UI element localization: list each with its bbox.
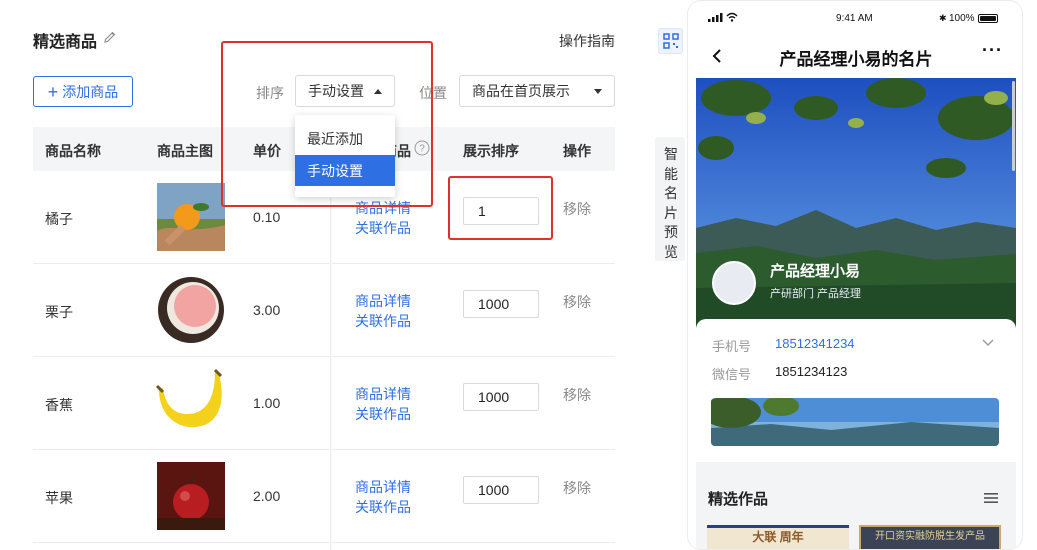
col-name: 商品名称 [45, 143, 101, 159]
apple-image [157, 462, 225, 530]
product-price: 1.00 [253, 395, 281, 411]
nav-title: 产品经理小易的名片 [779, 50, 933, 69]
wechat-label: 微信号 [712, 367, 752, 382]
signal-icon [708, 13, 723, 22]
order-input[interactable]: 1000 [463, 476, 539, 504]
order-input[interactable]: 1000 [463, 383, 539, 411]
profile-subtitle: 产研部门 产品经理 [770, 288, 862, 300]
product-name: 橘子 [45, 211, 73, 227]
plus-icon: + [47, 81, 59, 102]
position-select-value: 商品在首页展示 [472, 83, 570, 99]
status-time: 9:41 AM [836, 13, 873, 24]
product-detail-link[interactable]: 商品详情 [355, 291, 411, 311]
more-icon[interactable]: ··· [982, 40, 1003, 61]
battery-icon [978, 14, 998, 23]
menu-icon[interactable] [984, 492, 998, 504]
highlight-box-sort [221, 41, 433, 207]
page-title: 精选商品 [33, 34, 98, 51]
remove-button[interactable]: 移除 [563, 292, 591, 312]
bluetooth-icon: ✱ [939, 13, 947, 23]
scrollbar[interactable] [1012, 81, 1015, 171]
profile-name: 产品经理小易 [770, 263, 861, 280]
avatar [712, 261, 756, 305]
add-product-label: 添加商品 [62, 83, 119, 100]
product-name: 香蕉 [45, 397, 73, 413]
banner-image [711, 398, 999, 446]
work-thumb-2[interactable]: 开口资实融防脱生发产品 [859, 525, 1001, 549]
product-name: 栗子 [45, 304, 73, 320]
related-works-link[interactable]: 关联作品 [355, 497, 411, 517]
guide-link[interactable]: 操作指南 [559, 31, 615, 51]
phone-number-link[interactable]: 18512341234 [775, 336, 855, 351]
qr-code-icon[interactable] [658, 28, 683, 54]
chevron-down-icon[interactable] [982, 339, 994, 347]
banana-image [155, 368, 223, 428]
order-input[interactable]: 1000 [463, 290, 539, 318]
highlight-box-order [448, 176, 553, 240]
related-works-link[interactable]: 关联作品 [355, 404, 411, 424]
remove-button[interactable]: 移除 [563, 199, 591, 219]
phone-label: 手机号 [712, 339, 752, 354]
orange-image [157, 183, 225, 251]
position-select[interactable]: 商品在首页展示 [459, 75, 615, 107]
caret-down-icon [594, 88, 602, 94]
wifi-icon [726, 12, 738, 22]
product-price: 3.00 [253, 302, 281, 318]
work-thumb-1-text: 大联 周年 [752, 530, 804, 544]
product-price: 2.00 [253, 488, 281, 504]
work-thumb-1[interactable]: 大联 周年 [707, 525, 849, 549]
wechat-value: 1851234123 [775, 364, 848, 379]
col-order: 展示排序 [463, 143, 519, 159]
related-works-link[interactable]: 关联作品 [355, 311, 411, 331]
related-works-link[interactable]: 关联作品 [355, 218, 411, 238]
remove-button[interactable]: 移除 [563, 385, 591, 405]
product-detail-link[interactable]: 商品详情 [355, 384, 411, 404]
col-action: 操作 [563, 143, 591, 159]
product-price: 0.10 [253, 209, 281, 225]
column-divider [330, 171, 332, 550]
card-preview-label: 智能名片预览 [664, 146, 678, 260]
col-image: 商品主图 [157, 143, 213, 159]
battery-percent: 100% [949, 13, 975, 24]
chestnut-image [158, 277, 224, 343]
status-bar: 9:41 AM ✱ 100% [688, 1, 1022, 34]
remove-button[interactable]: 移除 [563, 478, 591, 498]
phone-preview: 9:41 AM ✱ 100% 产品经理小易的名片 ··· 产品经理小易 产研部门… [687, 0, 1023, 550]
works-title: 精选作品 [708, 491, 769, 508]
product-name: 苹果 [45, 490, 73, 506]
nav-bar: 产品经理小易的名片 ··· [688, 34, 1022, 78]
work-thumb-2-text: 开口资实融防脱生发产品 [875, 531, 985, 542]
edit-icon[interactable] [103, 30, 117, 44]
add-product-button[interactable]: + 添加商品 [33, 76, 133, 107]
product-detail-link[interactable]: 商品详情 [355, 477, 411, 497]
